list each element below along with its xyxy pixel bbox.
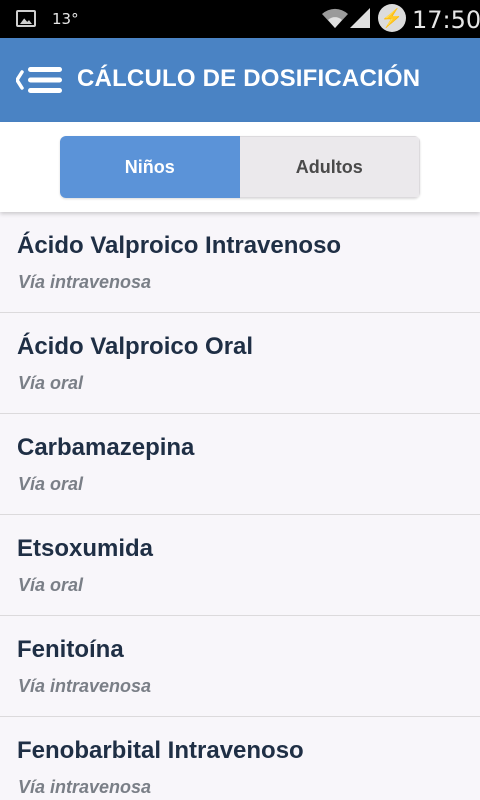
drug-name: Ácido Valproico Oral <box>17 333 254 360</box>
patient-type-bar: Niños Adultos <box>0 122 480 212</box>
drug-route: Vía intravenosa <box>18 272 152 292</box>
drug-name: Fenitoína <box>17 636 124 663</box>
drawer-menu-button[interactable] <box>15 64 64 96</box>
list-item[interactable]: Ácido Valproico Oral Vía oral <box>0 313 480 414</box>
signal-icon <box>350 8 370 28</box>
app-header: CÁLCULO DE DOSIFICACIÓN <box>0 38 480 122</box>
temperature-text: 13° <box>52 10 79 28</box>
drug-name: Fenobarbital Intravenoso <box>17 737 304 764</box>
drug-route: Vía oral <box>18 373 84 393</box>
drug-route: Vía oral <box>18 575 84 595</box>
list-item[interactable]: Fenobarbital Intravenoso Vía intravenosa <box>0 717 480 800</box>
drug-name: Etsoxumida <box>17 535 154 562</box>
status-bar: 13° ⚡ 17:50 <box>0 0 480 38</box>
battery-charging-icon: ⚡ <box>378 4 406 32</box>
drug-route: Vía oral <box>18 474 84 494</box>
gallery-notification-icon <box>16 10 36 27</box>
drug-list: Ácido Valproico Intravenoso Vía intraven… <box>0 212 480 800</box>
list-item[interactable]: Fenitoína Vía intravenosa <box>0 616 480 717</box>
clock-text: 17:50 <box>412 6 480 34</box>
page-title: CÁLCULO DE DOSIFICACIÓN <box>77 65 421 92</box>
drug-name: Ácido Valproico Intravenoso <box>17 232 342 259</box>
drawer-menu-icon <box>15 67 62 93</box>
list-item[interactable]: Ácido Valproico Intravenoso Vía intraven… <box>0 212 480 313</box>
tab-adultos[interactable]: Adultos <box>239 136 420 198</box>
wifi-icon <box>322 8 348 28</box>
list-item[interactable]: Carbamazepina Vía oral <box>0 414 480 515</box>
drug-route: Vía intravenosa <box>18 676 152 696</box>
drug-route: Vía intravenosa <box>18 777 152 797</box>
drug-name: Carbamazepina <box>17 434 195 461</box>
patient-type-segmented-control: Niños Adultos <box>60 136 420 198</box>
tab-ninos[interactable]: Niños <box>60 136 240 198</box>
list-item[interactable]: Etsoxumida Vía oral <box>0 515 480 616</box>
